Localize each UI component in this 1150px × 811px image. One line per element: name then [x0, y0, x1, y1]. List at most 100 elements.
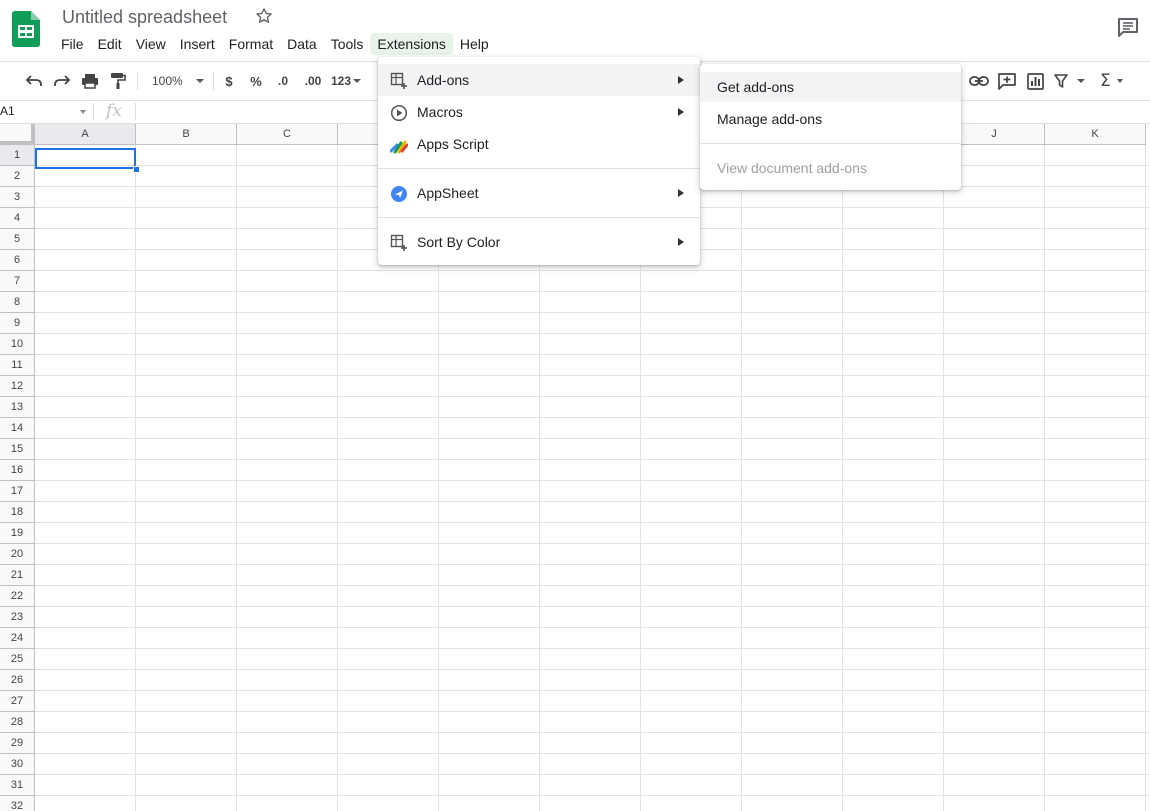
menu-item-get-addons[interactable]: Get add-ons — [700, 72, 961, 102]
row-header-29[interactable]: 29 — [0, 733, 35, 754]
name-box[interactable]: A1 — [0, 100, 88, 123]
chevron-down-icon[interactable] — [80, 110, 86, 114]
row-header-28[interactable]: 28 — [0, 712, 35, 733]
menu-item-apps-script[interactable]: Apps Script — [378, 128, 700, 160]
decrease-decimal-label: .0 — [277, 74, 288, 88]
decrease-decimal-button[interactable]: .0 — [273, 70, 293, 92]
addons-icon — [390, 72, 408, 90]
fill-handle[interactable] — [133, 166, 140, 173]
row-header-2[interactable]: 2 — [0, 166, 35, 187]
menu-view[interactable]: View — [129, 33, 173, 55]
zoom-value: 100% — [152, 74, 183, 88]
menu-edit[interactable]: Edit — [91, 33, 129, 55]
increase-decimal-label: .00 — [304, 74, 322, 88]
row-header-6[interactable]: 6 — [0, 250, 35, 271]
macros-icon — [390, 104, 408, 122]
appsheet-icon — [390, 185, 408, 203]
row-header-30[interactable]: 30 — [0, 754, 35, 775]
row-header-7[interactable]: 7 — [0, 271, 35, 292]
row-header-19[interactable]: 19 — [0, 523, 35, 544]
row-header-20[interactable]: 20 — [0, 544, 35, 565]
chevron-down-icon — [195, 79, 204, 83]
row-header-12[interactable]: 12 — [0, 376, 35, 397]
row-header-21[interactable]: 21 — [0, 565, 35, 586]
row-header-24[interactable]: 24 — [0, 628, 35, 649]
zoom-select[interactable]: 100% — [148, 70, 208, 92]
column-header-k[interactable]: K — [1045, 124, 1146, 145]
column-header-a[interactable]: A — [35, 124, 136, 145]
menu-item-label: Get add-ons — [717, 79, 795, 95]
row-header-9[interactable]: 9 — [0, 313, 35, 334]
menu-bar: File Edit View Insert Format Data Tools … — [54, 33, 496, 55]
menu-tools[interactable]: Tools — [324, 33, 371, 55]
menu-item-sort-by-color[interactable]: Sort By Color — [378, 226, 700, 258]
menu-item-label: AppSheet — [417, 185, 479, 201]
select-all-corner[interactable] — [0, 124, 35, 145]
redo-icon[interactable] — [52, 70, 72, 92]
increase-decimal-button[interactable]: .00 — [302, 70, 324, 92]
menu-item-label: Add-ons — [417, 72, 470, 88]
menu-item-label: View document add-ons — [717, 160, 867, 176]
sigma-functions-icon[interactable]: Σ — [1100, 70, 1132, 92]
sigma-glyph: Σ — [1100, 71, 1111, 91]
percent-format-button[interactable]: % — [248, 70, 264, 92]
selected-cell[interactable] — [35, 148, 136, 169]
menu-format[interactable]: Format — [222, 33, 280, 55]
paint-format-icon[interactable] — [108, 70, 128, 92]
menu-item-view-document-addons: View document add-ons — [700, 153, 961, 183]
row-header-13[interactable]: 13 — [0, 397, 35, 418]
column-header-c[interactable]: C — [237, 124, 338, 145]
row-header-5[interactable]: 5 — [0, 229, 35, 250]
row-header-15[interactable]: 15 — [0, 439, 35, 460]
row-header-4[interactable]: 4 — [0, 208, 35, 229]
menu-help[interactable]: Help — [453, 33, 496, 55]
menu-insert[interactable]: Insert — [173, 33, 222, 55]
insert-comment-icon[interactable] — [996, 70, 1018, 92]
row-header-27[interactable]: 27 — [0, 691, 35, 712]
insert-chart-icon[interactable] — [1024, 70, 1046, 92]
menu-item-addons[interactable]: Add-ons — [378, 64, 700, 96]
menu-item-label: Sort By Color — [417, 234, 501, 250]
chevron-down-icon — [353, 79, 362, 83]
menu-item-macros[interactable]: Macros — [378, 96, 700, 128]
submenu-arrow-icon — [678, 76, 684, 84]
row-header-23[interactable]: 23 — [0, 607, 35, 628]
menu-file[interactable]: File — [54, 33, 91, 55]
submenu-arrow-icon — [678, 108, 684, 116]
row-header-32[interactable]: 32 — [0, 796, 35, 811]
star-icon[interactable] — [255, 7, 273, 25]
insert-link-icon[interactable] — [968, 70, 990, 92]
row-header-26[interactable]: 26 — [0, 670, 35, 691]
sheets-logo[interactable] — [12, 11, 40, 47]
row-header-17[interactable]: 17 — [0, 481, 35, 502]
menu-item-label: Apps Script — [417, 136, 489, 152]
row-header-22[interactable]: 22 — [0, 586, 35, 607]
row-header-14[interactable]: 14 — [0, 418, 35, 439]
undo-icon[interactable] — [24, 70, 44, 92]
row-header-8[interactable]: 8 — [0, 292, 35, 313]
chevron-down-icon — [1077, 79, 1085, 83]
row-header-25[interactable]: 25 — [0, 649, 35, 670]
menu-item-label: Macros — [417, 104, 463, 120]
print-icon[interactable] — [80, 70, 100, 92]
more-formats-button[interactable]: 123 — [330, 70, 362, 92]
submenu-arrow-icon — [678, 238, 684, 246]
row-header-1[interactable]: 1 — [0, 145, 35, 166]
row-header-16[interactable]: 16 — [0, 460, 35, 481]
fx-icon: fx — [106, 101, 122, 121]
row-header-18[interactable]: 18 — [0, 502, 35, 523]
comment-icon[interactable] — [1117, 17, 1139, 37]
menu-item-manage-addons[interactable]: Manage add-ons — [700, 104, 961, 134]
menu-extensions[interactable]: Extensions — [370, 33, 453, 55]
row-header-10[interactable]: 10 — [0, 334, 35, 355]
document-title[interactable]: Untitled spreadsheet — [62, 6, 227, 28]
row-header-31[interactable]: 31 — [0, 775, 35, 796]
menu-item-appsheet[interactable]: AppSheet — [378, 177, 700, 209]
more-formats-label: 123 — [330, 74, 352, 88]
column-header-b[interactable]: B — [136, 124, 237, 145]
row-header-3[interactable]: 3 — [0, 187, 35, 208]
filter-icon[interactable] — [1054, 70, 1090, 92]
menu-data[interactable]: Data — [280, 33, 324, 55]
currency-format-button[interactable]: $ — [222, 70, 236, 92]
row-header-11[interactable]: 11 — [0, 355, 35, 376]
